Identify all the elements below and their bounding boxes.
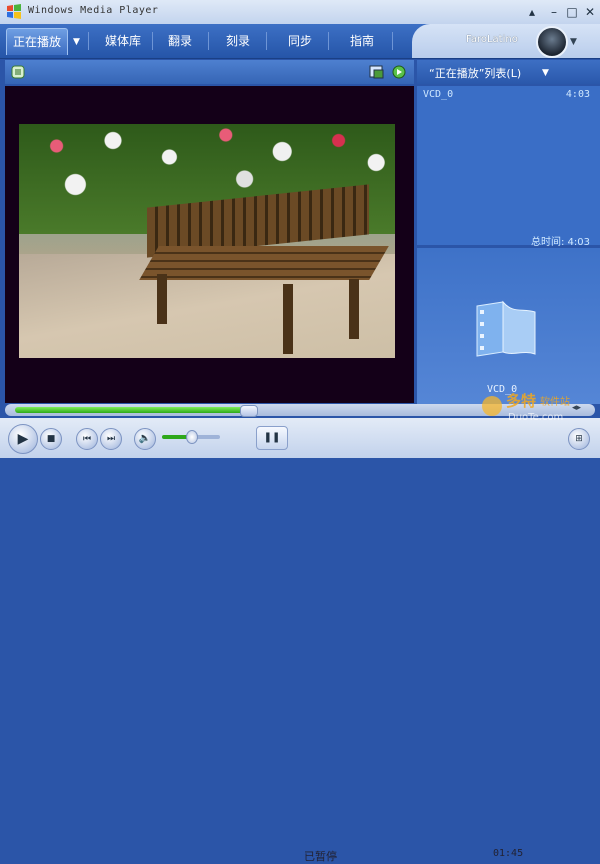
playback-status: 已暂停 [304, 850, 337, 863]
pause-button[interactable]: ❚❚ [256, 426, 288, 450]
bench-seat-image [139, 246, 389, 280]
store-avatar-icon[interactable] [536, 26, 568, 58]
svg-text:多特: 多特 [506, 392, 536, 410]
tab-divider [152, 32, 153, 50]
duote-watermark-icon: 多特 软件站 DuoTe.com [482, 392, 570, 423]
previous-button[interactable]: ⏮ [76, 428, 98, 450]
playlist-dropdown-icon[interactable]: ▼ [542, 68, 549, 78]
task-navigation-bar: 正在播放 ▼ 媒体库 翻录 刻录 同步 指南 FaroLatino ▼ [0, 24, 600, 59]
tab-divider [266, 32, 267, 50]
video-frame-garden-bench [19, 124, 395, 358]
seek-progress-fill [15, 407, 248, 413]
windows-media-player-icon [7, 4, 21, 19]
mute-button[interactable]: 🔈 [134, 428, 156, 450]
tab-guide[interactable]: 指南 [340, 28, 384, 54]
title-bar: Windows Media Player ▴ – □ ✕ [0, 0, 600, 25]
menu-toggle-button[interactable]: ▴ [524, 4, 540, 20]
store-dropdown-icon[interactable]: ▼ [570, 37, 577, 47]
bench-leg-image [157, 274, 167, 324]
watermark-logo: 多特 软件站 DuoTe.com [478, 384, 598, 444]
playlist-title: “正在播放”列表(L) [429, 67, 522, 80]
seek-thumb[interactable] [240, 405, 258, 417]
playlist-item-duration: 4:03 [565, 89, 590, 100]
playlist-header[interactable]: “正在播放”列表(L) ▼ [417, 60, 600, 84]
minimize-button[interactable]: – [546, 4, 562, 20]
stop-button[interactable]: ■ [40, 428, 62, 450]
bench-leg-image [349, 279, 359, 339]
tab-library[interactable]: 媒体库 [96, 28, 150, 54]
play-button[interactable]: ▶ [8, 424, 38, 454]
tab-divider [88, 32, 89, 50]
svg-text:DuoTe.com: DuoTe.com [508, 412, 563, 423]
now-playing-dropdown-icon[interactable]: ▼ [73, 37, 80, 47]
window-title: Windows Media Player [28, 5, 159, 16]
svg-text:软件站: 软件站 [540, 395, 570, 408]
maximize-button[interactable]: □ [564, 4, 580, 20]
close-button[interactable]: ✕ [582, 4, 598, 20]
volume-slider-thumb[interactable] [186, 430, 198, 444]
video-display[interactable] [5, 86, 414, 403]
user-name: FaroLatino [466, 34, 518, 45]
now-playing-options-icon[interactable] [11, 65, 25, 79]
video-toolbar [5, 60, 414, 84]
tab-rip[interactable]: 翻录 [158, 28, 202, 54]
next-button[interactable]: ⏭ [100, 428, 122, 450]
tab-sync[interactable]: 同步 [278, 28, 322, 54]
playlist-panel: VCD_0 4:03 总时间: 4:03 [417, 86, 600, 248]
film-strip-icon [476, 300, 536, 357]
bench-leg-image [283, 284, 293, 354]
tab-burn[interactable]: 刻录 [216, 28, 260, 54]
tab-divider [328, 32, 329, 50]
online-store-area[interactable]: FaroLatino ▼ [412, 24, 600, 58]
switch-view-icon[interactable] [369, 64, 385, 80]
playlist-total-time: 总时间: 4:03 [530, 237, 590, 248]
album-art-panel: VCD_0 [417, 248, 600, 404]
enhancements-icon[interactable] [391, 64, 407, 80]
list-item[interactable]: VCD_0 4:03 [417, 86, 600, 102]
elapsed-time: 01:45 [493, 848, 524, 859]
tab-divider [208, 32, 209, 50]
playlist-item-name: VCD_0 [423, 89, 454, 100]
tab-divider [392, 32, 393, 50]
tab-now-playing[interactable]: 正在播放 [6, 28, 68, 55]
